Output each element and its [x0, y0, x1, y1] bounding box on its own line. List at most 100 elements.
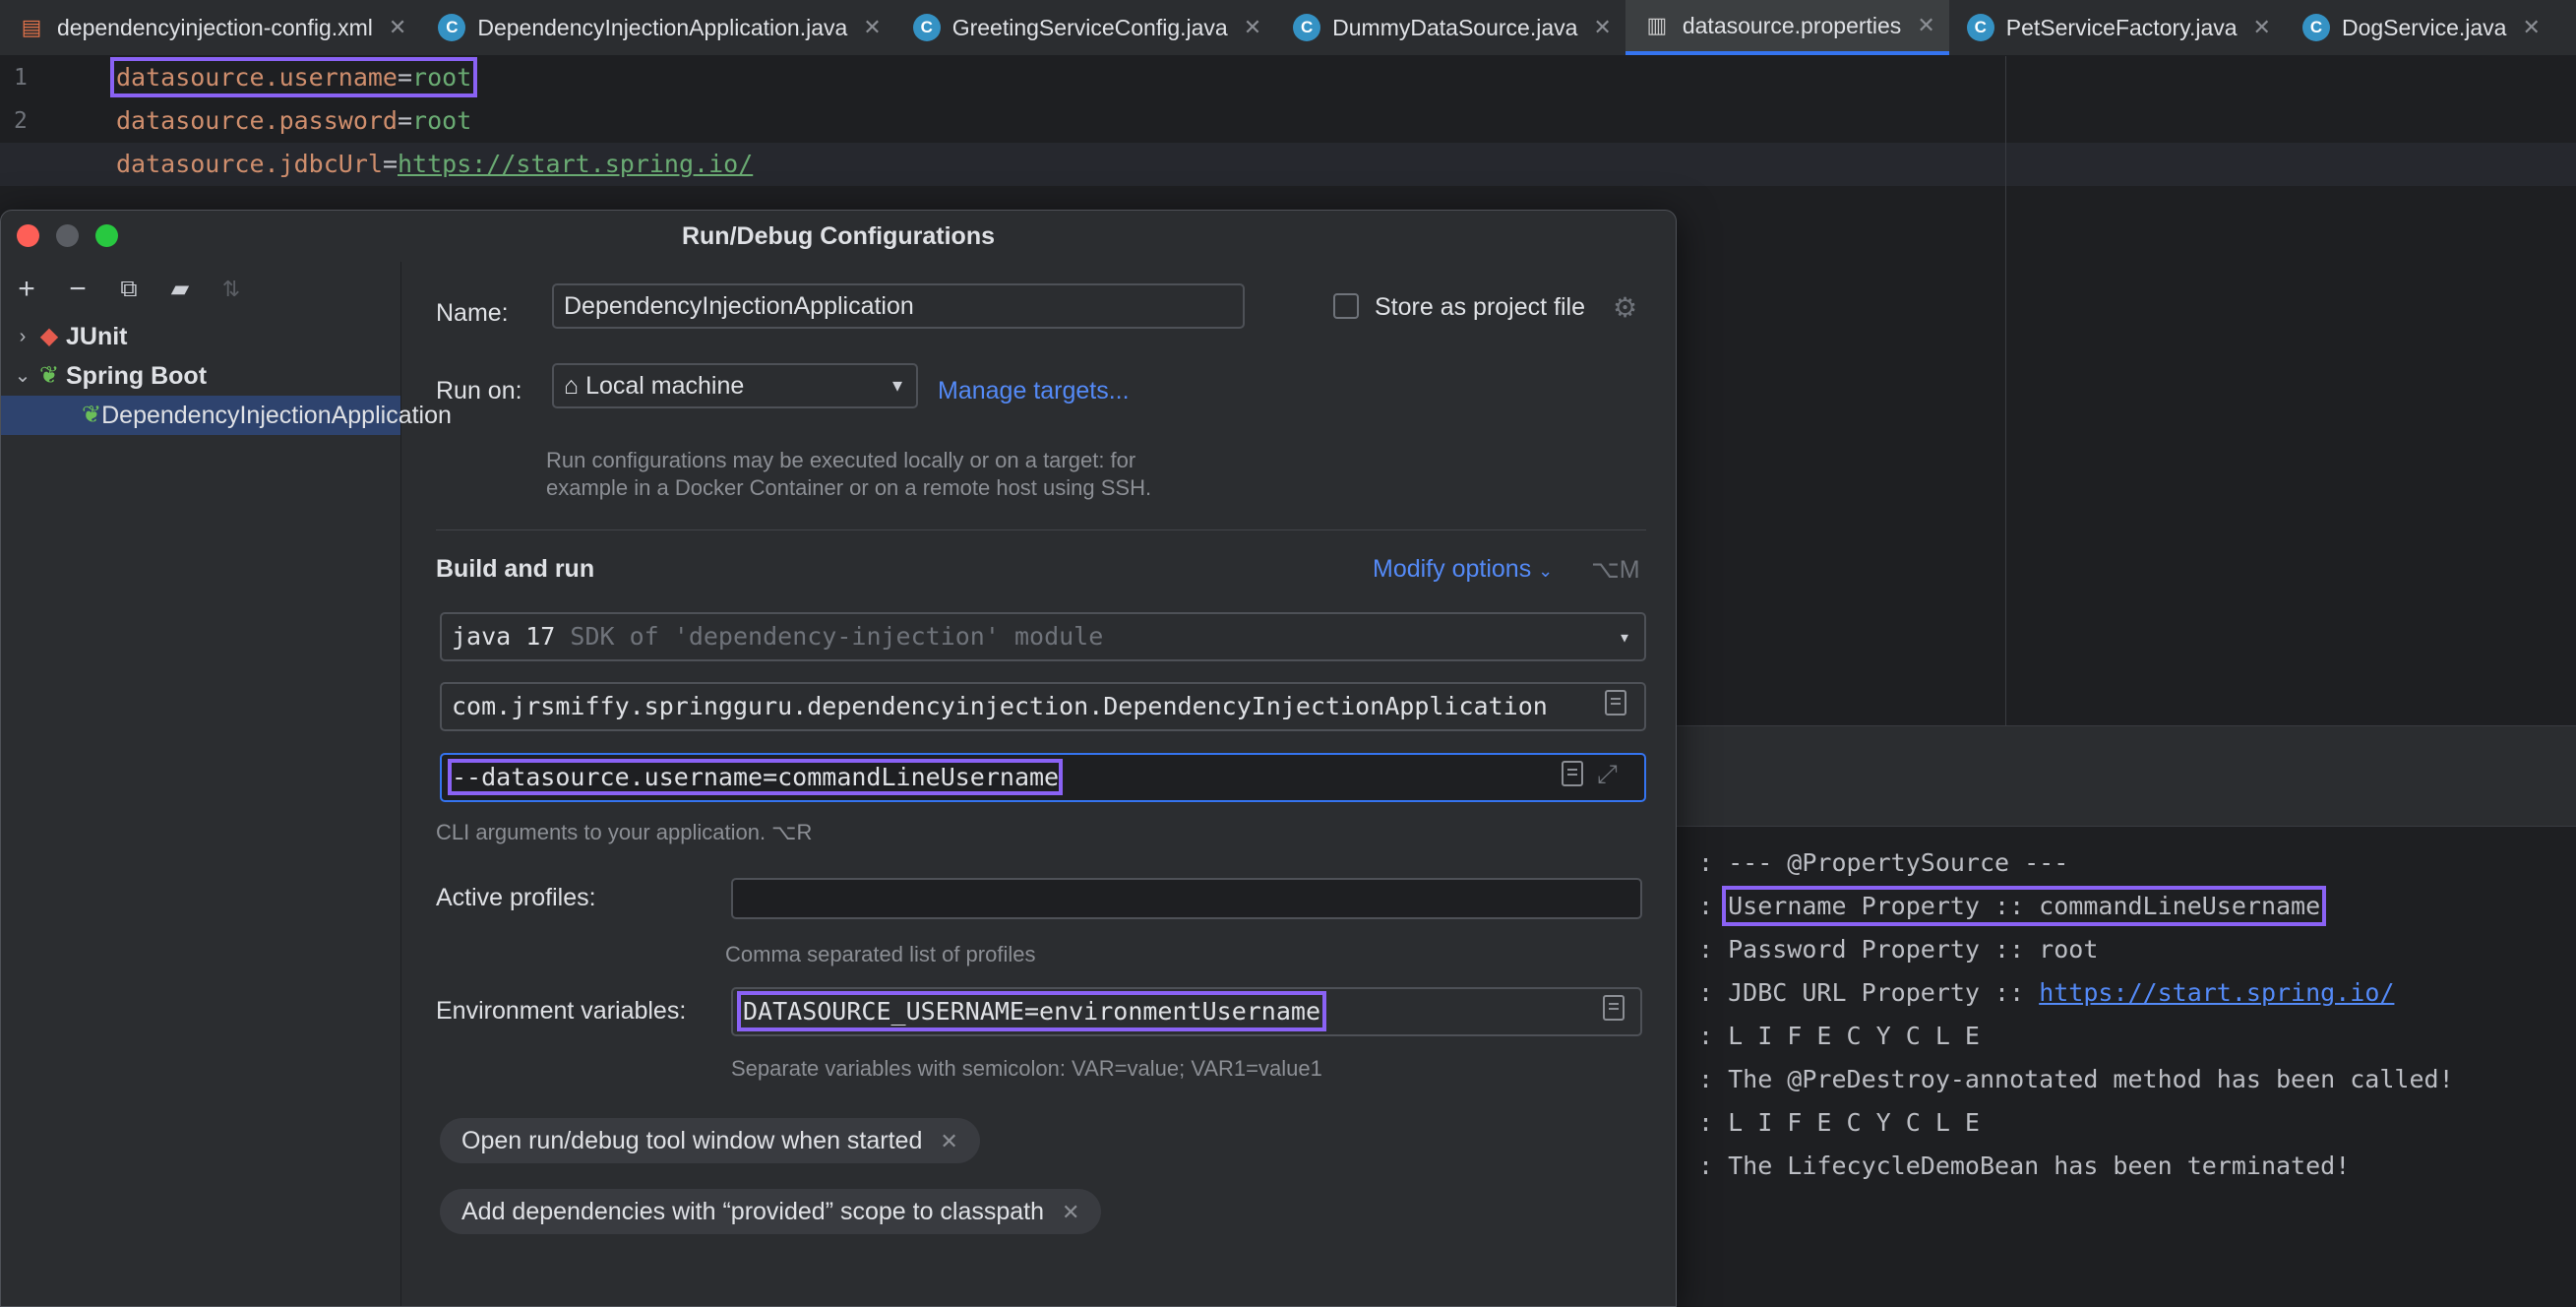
tab-dependencyinjection-config-xml[interactable]: ▤ dependencyinjection-config.xml ✕ — [0, 0, 420, 55]
run-on-dropdown[interactable]: ⌂ Local machine ▾ — [552, 363, 918, 408]
close-icon[interactable]: ✕ — [389, 15, 406, 40]
close-icon[interactable]: ✕ — [1244, 15, 1261, 40]
console-line: : L I F E C Y C L E — [1698, 1108, 1980, 1137]
tree-item-label: Spring Boot — [66, 362, 208, 390]
console-line: : L I F E C Y C L E — [1698, 1022, 1980, 1050]
browse-icon[interactable] — [1603, 995, 1625, 1021]
tree-item-dependencyinjectionapplication[interactable]: ❦ DependencyInjectionApplication — [1, 396, 452, 435]
tab-label: DummyDataSource.java — [1332, 14, 1578, 40]
environment-variables-hint: Separate variables with semicolon: VAR=v… — [731, 1056, 1322, 1081]
highlighted-program-arguments: --datasource.username=commandLineUsernam… — [447, 759, 1064, 795]
option-chip-open-tool-window[interactable]: Open run/debug tool window when started ✕ — [440, 1118, 980, 1163]
chevron-down-icon: ▾ — [1618, 625, 1630, 649]
chip-label: Add dependencies with “provided” scope t… — [461, 1198, 1045, 1225]
console-line: : The @PreDestroy-annotated method has b… — [1698, 1065, 2454, 1093]
spring-boot-config-icon: ❦ — [82, 402, 102, 428]
gear-icon[interactable]: ⚙ — [1613, 291, 1637, 324]
tree-toolbar: + − ⧉ ▰ ⇅ — [1, 262, 400, 317]
sdk-detail: SDK of 'dependency-injection' module — [570, 622, 1104, 651]
code-line-current[interactable]: datasource.jdbcUrl=https://start.spring.… — [0, 143, 2576, 186]
configuration-form: Name: DependencyInjectionApplication Sto… — [436, 262, 1646, 1306]
chevron-down-icon[interactable]: ⌄ — [13, 356, 32, 396]
active-profiles-hint: Comma separated list of profiles — [725, 942, 1036, 966]
tree-item-junit[interactable]: › ◆ JUnit — [1, 317, 400, 356]
active-profiles-input[interactable] — [731, 878, 1642, 919]
tab-label: GreetingServiceConfig.java — [951, 14, 1228, 40]
tab-dogservice-java[interactable]: C DogService.java ✕ — [2285, 0, 2554, 55]
tab-label: PetServiceFactory.java — [2005, 14, 2238, 40]
run-on-hint-line-2: example in a Docker Container or on a re… — [546, 475, 1152, 500]
chevron-right-icon[interactable]: › — [13, 317, 32, 356]
modify-options-link[interactable]: Modify options ⌄ — [1373, 555, 1553, 584]
store-as-project-file-checkbox[interactable] — [1333, 293, 1359, 319]
add-icon[interactable]: + — [15, 275, 38, 304]
tab-datasource-properties[interactable]: ▥ datasource.properties ✕ — [1625, 0, 1949, 55]
tab-label: datasource.properties — [1682, 12, 1902, 38]
option-chip-provided-scope[interactable]: Add dependencies with “provided” scope t… — [440, 1189, 1102, 1234]
tab-greetingserviceconfig-java[interactable]: C GreetingServiceConfig.java ✕ — [895, 0, 1275, 55]
environment-variables-input[interactable]: DATASOURCE_USERNAME=environmentUsername — [731, 987, 1642, 1036]
close-icon[interactable]: ✕ — [2522, 15, 2540, 40]
url-link[interactable]: https://start.spring.io/ — [398, 150, 753, 178]
run-window-header — [1663, 725, 2576, 778]
chip-label: Open run/debug tool window when started — [461, 1127, 923, 1154]
modify-options-shortcut: ⌥M — [1591, 556, 1640, 584]
program-arguments-input[interactable]: --datasource.username=commandLineUsernam… — [440, 753, 1646, 802]
expand-icon[interactable]: ⤢ — [1597, 759, 1618, 790]
browse-icon[interactable] — [1605, 690, 1626, 716]
new-folder-icon[interactable]: ▰ — [168, 275, 192, 304]
environment-variables-label: Environment variables: — [436, 997, 687, 1025]
run-window-toolbar — [1663, 777, 2576, 827]
name-input[interactable]: DependencyInjectionApplication — [552, 283, 1245, 329]
sdk-version: java 17 — [452, 622, 556, 651]
chevron-down-icon: ⌄ — [1538, 561, 1554, 581]
main-class-input[interactable]: com.jrsmiffy.springguru.dependencyinject… — [440, 682, 1646, 731]
home-icon: ⌂ — [564, 372, 580, 400]
xml-file-icon: ▤ — [21, 15, 42, 39]
jre-sdk-dropdown[interactable]: java 17 SDK of 'dependency-injection' mo… — [440, 612, 1646, 661]
dialog-title-bar[interactable]: Run/Debug Configurations — [1, 211, 1676, 262]
tree-item-label: DependencyInjectionApplication — [101, 402, 452, 429]
console-line: : Password Property :: root — [1698, 935, 2099, 964]
close-icon[interactable]: ✕ — [1062, 1200, 1079, 1224]
store-as-project-file-label: Store as project file — [1375, 293, 1585, 321]
tree-item-label: JUnit — [66, 323, 128, 350]
tab-dummydatasource-java[interactable]: C DummyDataSource.java ✕ — [1275, 0, 1625, 55]
console-output[interactable]: : --- @PropertySource --- : Username Pro… — [1698, 841, 2454, 1188]
tree-item-spring-boot[interactable]: ⌄ ❦ Spring Boot — [1, 356, 400, 396]
modify-options-label: Modify options — [1373, 555, 1532, 583]
manage-targets-link[interactable]: Manage targets... — [938, 377, 1130, 405]
build-and-run-heading: Build and run — [436, 555, 595, 583]
console-url-link[interactable]: https://start.spring.io/ — [2039, 978, 2394, 1007]
close-icon[interactable]: ✕ — [940, 1129, 957, 1153]
console-line: : The LifecycleDemoBean has been termina… — [1698, 1151, 2351, 1180]
console-line: : --- @PropertySource --- — [1698, 848, 2069, 877]
chevron-down-icon: ▾ — [891, 375, 902, 397]
java-class-icon: C — [1966, 14, 1994, 41]
run-on-label: Run on: — [436, 377, 522, 405]
program-arguments-hint: CLI arguments to your application. ⌥R — [436, 820, 813, 844]
highlighted-username-output: Username Property :: commandLineUsername — [1722, 886, 2327, 926]
line-number: 1 — [14, 65, 28, 91]
highlighted-environment-variables: DATASOURCE_USERNAME=environmentUsername — [737, 991, 1326, 1031]
copy-icon[interactable]: ⧉ — [117, 275, 141, 304]
sort-icon[interactable]: ⇅ — [219, 275, 243, 304]
editor-tab-bar: ▤ dependencyinjection-config.xml ✕ C Dep… — [0, 0, 2576, 56]
tab-dependencyinjectionapplication-java[interactable]: C DependencyInjectionApplication.java ✕ — [420, 0, 894, 55]
close-icon[interactable]: ✕ — [2253, 15, 2271, 40]
close-icon[interactable]: ✕ — [863, 15, 881, 40]
insert-macro-icon[interactable] — [1562, 761, 1583, 786]
tab-petservicefactory-java[interactable]: C PetServiceFactory.java ✕ — [1949, 0, 2285, 55]
run-on-hint-line-1: Run configurations may be executed local… — [546, 448, 1136, 472]
close-icon[interactable]: ✕ — [1917, 13, 1934, 38]
remove-icon[interactable]: − — [66, 275, 90, 304]
active-profiles-label: Active profiles: — [436, 884, 596, 911]
right-margin-guide — [2005, 56, 2006, 725]
junit-icon: ◆ — [39, 323, 59, 349]
code-line[interactable]: datasource.password=root — [116, 99, 2576, 143]
code-area[interactable]: datasource.username=root datasource.pass… — [0, 56, 2576, 186]
name-label: Name: — [436, 299, 509, 327]
code-line[interactable]: datasource.username=root — [109, 56, 2576, 99]
close-icon[interactable]: ✕ — [1593, 15, 1611, 40]
spring-boot-icon: ❦ — [38, 362, 60, 389]
